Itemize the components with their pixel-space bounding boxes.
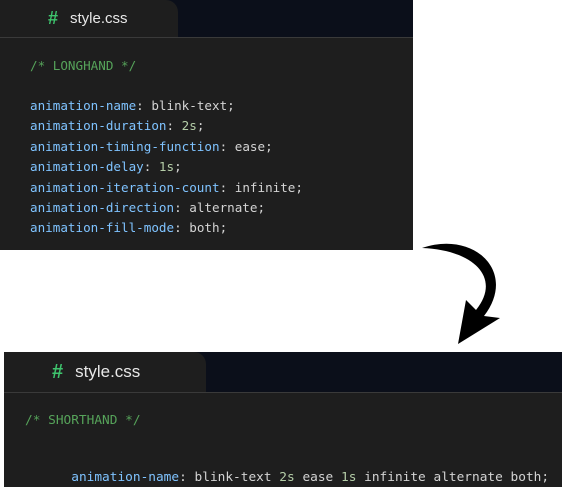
code-semicolon: ;	[174, 159, 182, 175]
tab-style-css[interactable]: # style.css	[4, 352, 206, 392]
code-value: infinite	[234, 179, 296, 195]
code-property: animation-delay	[30, 159, 144, 175]
code-line: animation-name: blink-text;	[30, 98, 235, 113]
code-property: animation-duration	[30, 118, 167, 134]
code-colon: :	[219, 179, 235, 195]
code-property: animation-timing-function	[30, 138, 220, 154]
code-value-token: 2s	[279, 470, 295, 485]
code-property: animation-name	[71, 470, 180, 485]
code-area[interactable]: /* LONGHAND */ animation-name: blink-tex…	[0, 38, 413, 235]
code-property: animation-name	[30, 98, 137, 113]
css-hash-icon: #	[52, 360, 64, 383]
code-colon: :	[166, 118, 182, 134]
code-value: 1s	[158, 159, 175, 175]
code-property: animation-fill-mode	[30, 220, 175, 236]
code-value-token: blink-text	[194, 470, 272, 485]
tab-style-css[interactable]: # style.css	[0, 0, 178, 37]
code-line: animation-name: blink-text 2s ease 1s in…	[25, 455, 549, 487]
tab-bar: # style.css	[4, 352, 562, 393]
code-semicolon: ;	[295, 179, 303, 195]
curved-arrow-down-icon	[422, 243, 500, 344]
code-line: animation-fill-mode: both;	[30, 220, 227, 235]
code-line: animation-timing-function: ease;	[30, 139, 273, 154]
code-property: animation-iteration-count	[30, 179, 220, 195]
code-semicolon: ;	[265, 138, 273, 154]
code-value: alternate	[189, 200, 258, 215]
code-semicolon: ;	[227, 98, 235, 113]
code-value-token: infinite	[364, 470, 426, 485]
code-semicolon: ;	[257, 200, 266, 215]
code-value-token: alternate	[433, 470, 503, 485]
code-value-token: ease	[302, 470, 334, 485]
code-semicolon: ;	[196, 118, 205, 134]
code-value-token: 1s	[340, 470, 357, 485]
code-colon: :	[174, 200, 190, 215]
code-colon: :	[219, 138, 235, 154]
code-property: animation-direction	[30, 200, 175, 215]
code-value: blink-text 2s ease 1s infinite alternate…	[195, 470, 542, 485]
css-hash-icon: #	[48, 8, 59, 28]
code-line: animation-direction: alternate;	[30, 200, 265, 215]
tab-filename: style.css	[75, 362, 141, 381]
code-comment: /* SHORTHAND */	[25, 413, 141, 428]
code-line: animation-iteration-count: infinite;	[30, 180, 303, 195]
code-value-token: both	[510, 470, 542, 485]
code-colon: :	[174, 220, 190, 236]
code-value: ease	[234, 138, 266, 154]
longhand-editor-panel: # style.css /* LONGHAND */ animation-nam…	[0, 0, 413, 250]
code-value: both	[189, 220, 220, 236]
shorthand-editor-panel: # style.css /* SHORTHAND */ animation-na…	[4, 352, 562, 487]
code-colon: :	[136, 98, 152, 113]
code-line: animation-duration: 2s;	[30, 118, 204, 133]
code-value: 2s	[181, 118, 197, 134]
code-colon: :	[179, 470, 195, 485]
code-area[interactable]: /* SHORTHAND */ animation-name: blink-te…	[4, 393, 562, 485]
code-line: animation-delay: 1s;	[30, 159, 182, 174]
tab-bar: # style.css	[0, 0, 413, 38]
code-comment: /* LONGHAND */	[30, 58, 137, 73]
code-value: blink-text	[151, 98, 228, 113]
code-semicolon: ;	[541, 470, 550, 485]
tab-filename: style.css	[70, 10, 128, 27]
code-colon: :	[143, 159, 159, 175]
code-semicolon: ;	[219, 220, 228, 236]
